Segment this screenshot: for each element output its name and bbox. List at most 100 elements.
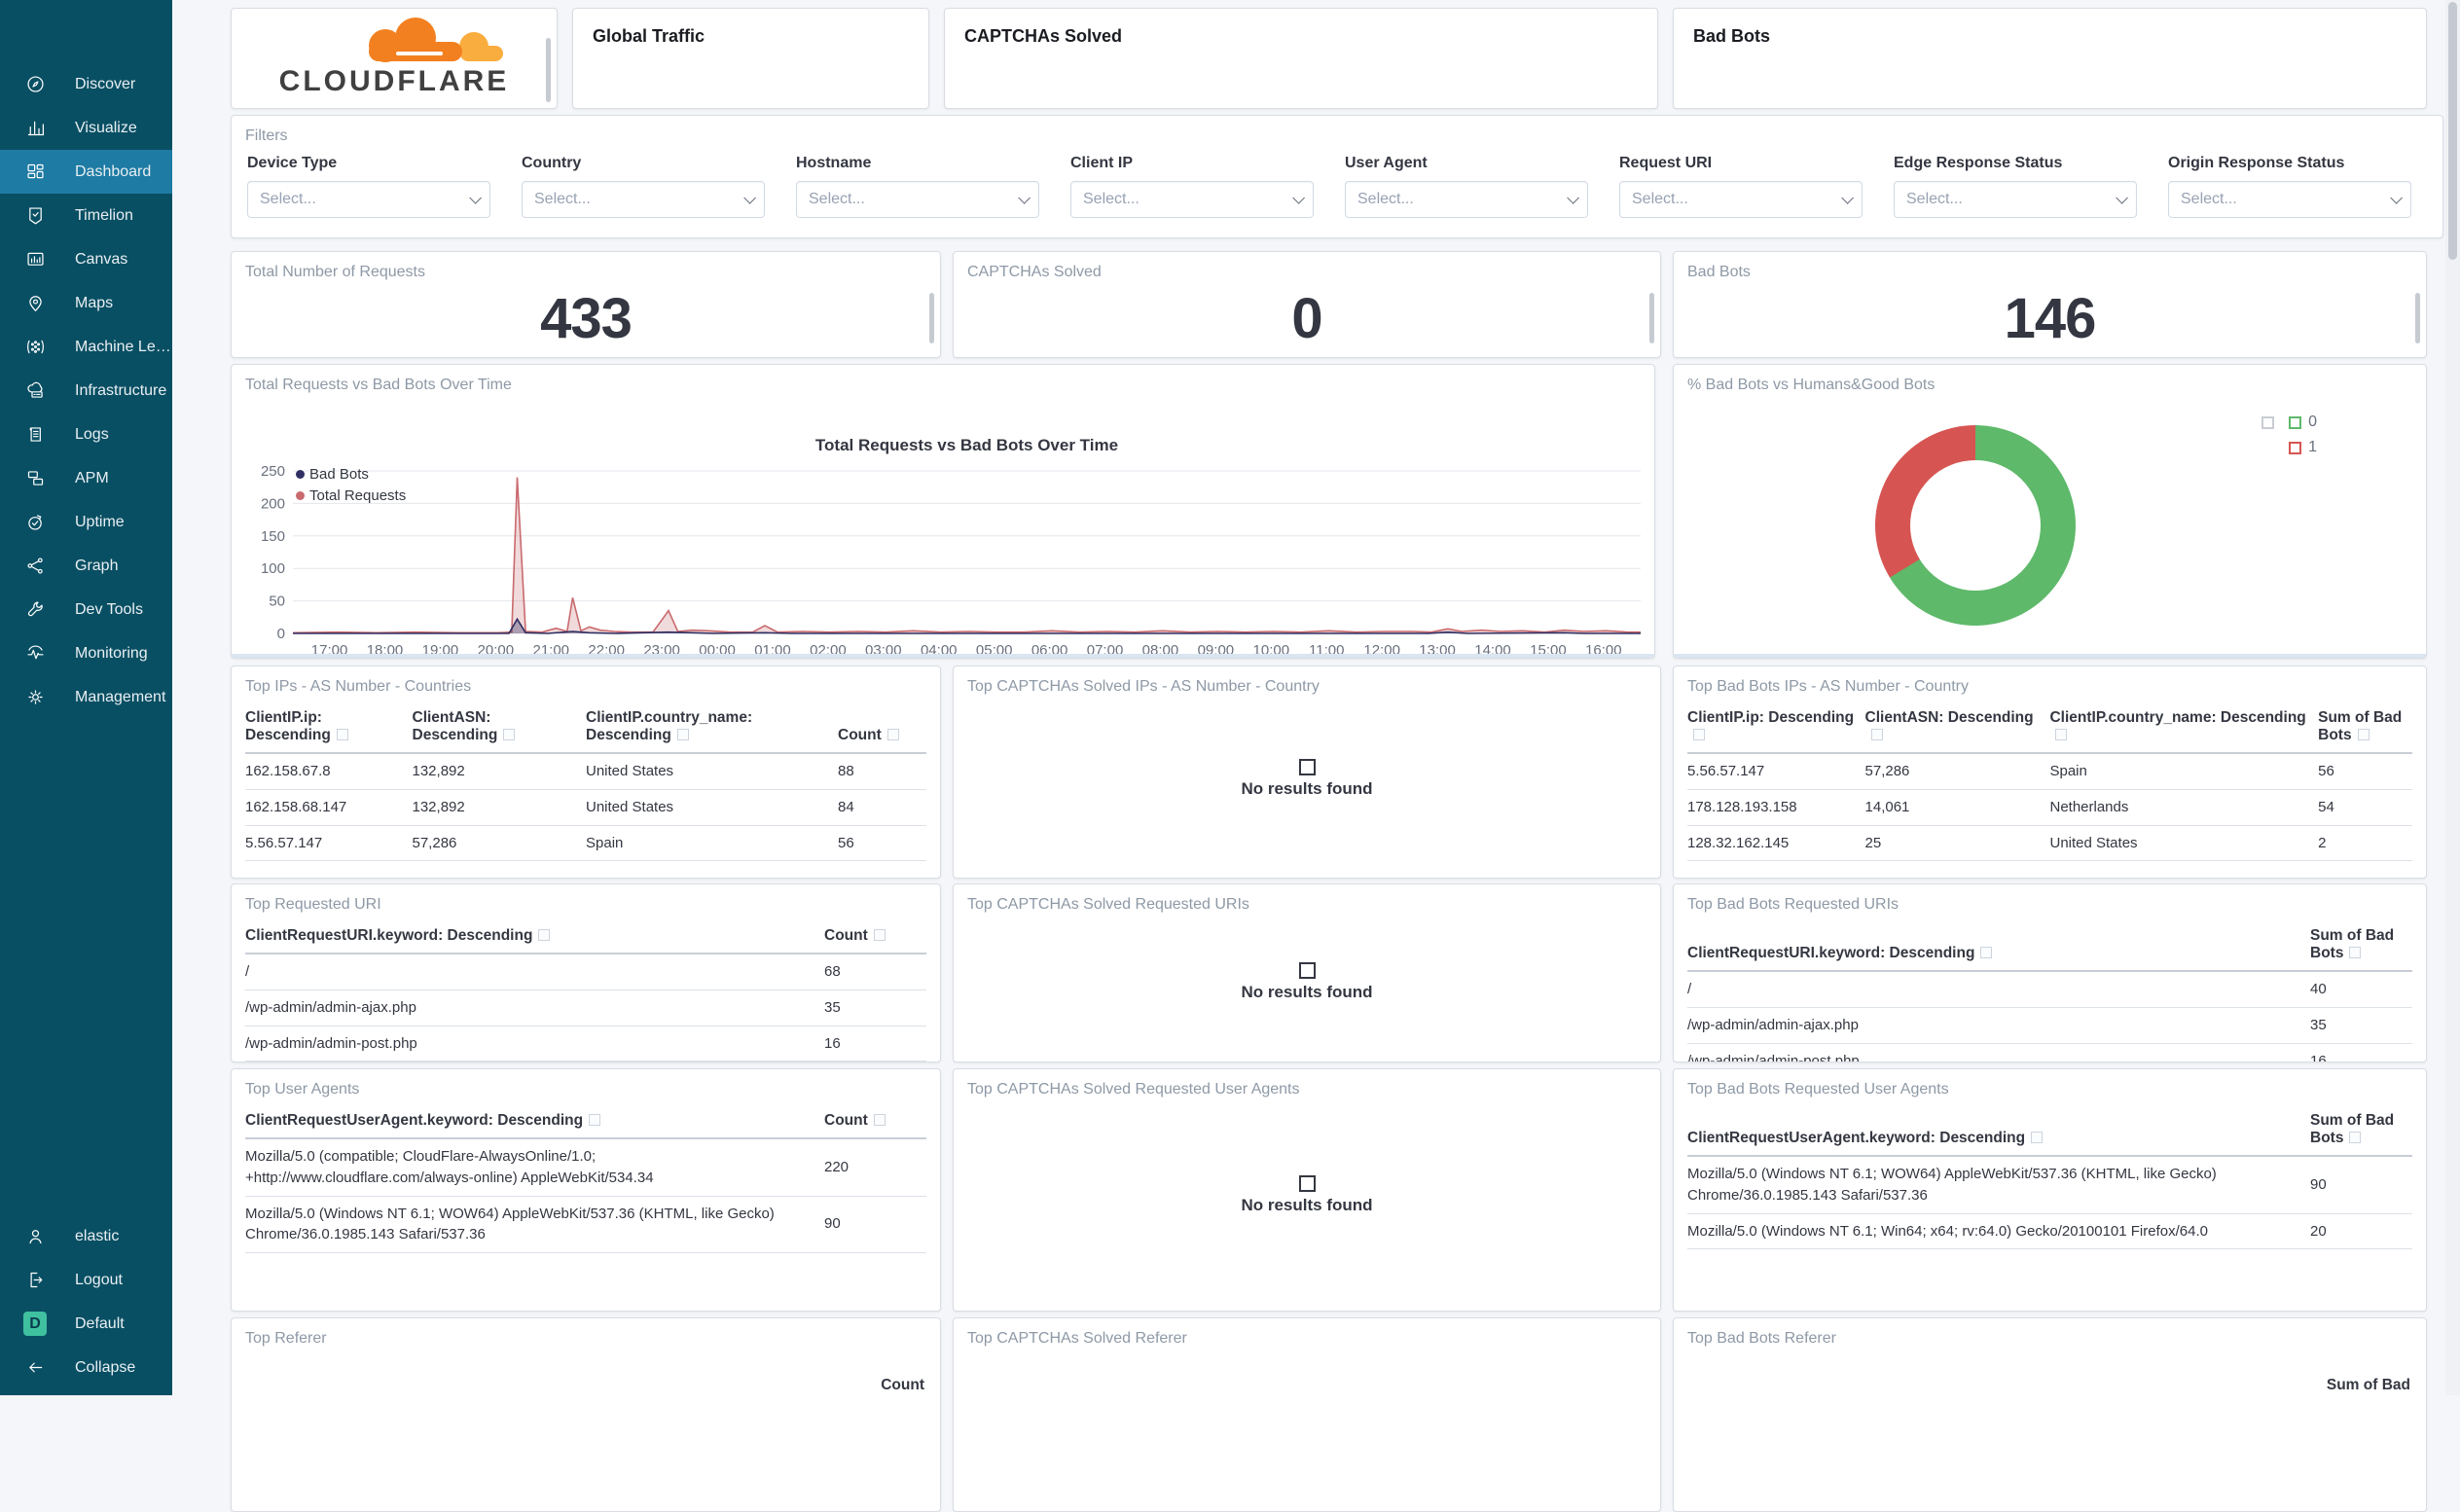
sidebar: DiscoverVisualize Dashboard TimelionCanvas…: [0, 0, 172, 1395]
filter-select-origin-response-status[interactable]: Select...: [2168, 181, 2411, 218]
sidebar-item-monitoring[interactable]: Monitoring: [0, 631, 172, 675]
sidebar-item-dashboard[interactable]: Dashboard: [0, 150, 172, 194]
no-results-text: No results found: [954, 983, 1660, 1002]
sidebar-item-infrastructure[interactable]: Infrastructure: [0, 369, 172, 413]
donut-legend-item-1[interactable]: 1: [2281, 435, 2317, 460]
filter-group-origin-response-status: Origin Response StatusSelect...: [2168, 155, 2411, 218]
filter-select-user-agent[interactable]: Select...: [1345, 181, 1588, 218]
legend-label: Bad Bots: [309, 466, 369, 483]
sidebar-item-visualize[interactable]: Visualize: [0, 106, 172, 150]
select-placeholder: Select...: [1357, 191, 1414, 208]
table-column-header[interactable]: Sum of Bad: [2327, 1377, 2410, 1394]
table-column-header[interactable]: ClientRequestURI.keyword: Descending: [1687, 945, 2310, 962]
sidebar-item-graph[interactable]: Graph: [0, 544, 172, 588]
table-column-header[interactable]: ClientASN: Descending: [1865, 709, 2050, 744]
metric-value: 146: [1674, 286, 2426, 351]
filter-select-client-ip[interactable]: Select...: [1070, 181, 1314, 218]
sidebar-item-collapse[interactable]: Collapse: [0, 1346, 172, 1389]
table-row: Mozilla/5.0 (Windows NT 6.1; WOW64) Appl…: [245, 1197, 926, 1254]
canvas-icon: [25, 249, 47, 270]
table-cell: 20: [2310, 1221, 2412, 1242]
sidebar-item-discover[interactable]: Discover: [0, 62, 172, 106]
space-badge-letter: D: [23, 1312, 47, 1336]
table-cell: 35: [2310, 1015, 2412, 1036]
filter-select-hostname[interactable]: Select...: [796, 181, 1039, 218]
table-cell: 57,286: [1865, 761, 2050, 782]
section-title-global-traffic: Global Traffic: [573, 9, 928, 47]
sort-box-icon: [874, 1114, 886, 1126]
empty-box-icon: [1299, 1175, 1316, 1192]
filter-select-request-uri[interactable]: Select...: [1619, 181, 1863, 218]
table-column-header[interactable]: ClientASN: Descending: [413, 709, 587, 744]
data-table: ClientRequestUserAgent.keyword: Descendi…: [232, 1112, 940, 1253]
table-column-header[interactable]: Sum of Bad Bots: [2310, 927, 2412, 962]
table-cell: 88: [838, 761, 926, 782]
table-column-header[interactable]: ClientIP.ip: Descending: [1687, 709, 1865, 744]
table-panel-top-badbots-ips: Top Bad Bots IPs - AS Number - CountryCl…: [1673, 666, 2427, 879]
sidebar-item-machine-le[interactable]: Machine Le…: [0, 325, 172, 369]
sidebar-item-default[interactable]: DDefault: [0, 1302, 172, 1346]
sidebar-item-maps[interactable]: Maps: [0, 281, 172, 325]
sidebar-item-label: Dashboard: [75, 163, 151, 181]
sidebar-item-logout[interactable]: Logout: [0, 1258, 172, 1302]
page-scrollbar[interactable]: [2445, 0, 2460, 1395]
filter-group-edge-response-status: Edge Response StatusSelect...: [1894, 155, 2137, 218]
panel-scrollbar-thumb[interactable]: [2415, 293, 2420, 343]
sidebar-item-uptime[interactable]: Uptime: [0, 500, 172, 544]
table-column-header[interactable]: ClientIP.country_name: Descending: [586, 709, 838, 744]
sidebar-item-canvas[interactable]: Canvas: [0, 237, 172, 281]
donut-legend-item-0[interactable]: 0: [2254, 410, 2317, 435]
table-cell: /wp-admin/admin-ajax.php: [245, 997, 824, 1019]
select-placeholder: Select...: [2181, 191, 2237, 208]
table-header-row: ClientRequestUserAgent.keyword: Descendi…: [1687, 1112, 2412, 1157]
table-cell: 56: [838, 833, 926, 854]
table-column-header[interactable]: Sum of Bad Bots: [2318, 709, 2412, 744]
table-panel-top-badbots-user-agents: Top Bad Bots Requested User Agents Client…: [1673, 1068, 2427, 1312]
table-column-header[interactable]: ClientRequestUserAgent.keyword: Descendi…: [245, 1112, 824, 1130]
empty-box-icon: [1299, 962, 1316, 979]
svg-text:50: 50: [269, 594, 285, 610]
sidebar-item-logs[interactable]: Logs: [0, 413, 172, 456]
svg-text:0: 0: [277, 626, 285, 642]
no-results-text: No results found: [954, 779, 1660, 799]
chart-scrollbar[interactable]: [232, 654, 1654, 658]
table-column-header[interactable]: Count: [838, 727, 926, 744]
table-column-header[interactable]: ClientRequestURI.keyword: Descending: [245, 927, 824, 945]
page-scrollbar-thumb[interactable]: [2448, 2, 2457, 260]
sidebar-item-elastic[interactable]: elastic: [0, 1214, 172, 1258]
table-cell: 16: [2310, 1051, 2412, 1063]
table-column-header[interactable]: ClientRequestUserAgent.keyword: Descendi…: [1687, 1130, 2310, 1147]
table-header-row: ClientRequestURI.keyword: DescendingCoun…: [245, 927, 926, 954]
legend-swatch-icon: [2289, 416, 2301, 429]
table-panel-title: Top CAPTCHAs Solved Requested User Agent…: [954, 1069, 1660, 1098]
chart-scrollbar[interactable]: [1674, 654, 2426, 658]
legend-label: Total Requests: [309, 487, 406, 504]
panel-scrollbar-thumb[interactable]: [929, 293, 934, 343]
panel-scrollbar-thumb[interactable]: [1649, 293, 1654, 343]
table-column-header[interactable]: Count: [881, 1377, 924, 1394]
chevron-down-icon: [743, 192, 756, 204]
panel-scrollbar-thumb[interactable]: [546, 38, 551, 102]
table-column-header[interactable]: ClientIP.ip: Descending: [245, 709, 413, 744]
captchas-header-panel: CAPTCHAs Solved: [944, 8, 1658, 109]
sidebar-item-timelion[interactable]: Timelion: [0, 194, 172, 237]
table-panel-title: Top Referer: [232, 1318, 940, 1348]
filter-select-device-type[interactable]: Select...: [247, 181, 490, 218]
filter-select-edge-response-status[interactable]: Select...: [1894, 181, 2137, 218]
select-placeholder: Select...: [534, 191, 591, 208]
table-column-header[interactable]: Count: [824, 1112, 926, 1130]
sidebar-item-apm[interactable]: APM: [0, 456, 172, 500]
sidebar-item-management[interactable]: Management: [0, 675, 172, 719]
sidebar-item-dev-tools[interactable]: Dev Tools: [0, 588, 172, 631]
table-panel-title: Top Bad Bots Requested User Agents: [1674, 1069, 2426, 1098]
legend-item-bad-bots[interactable]: Bad Bots: [296, 463, 406, 485]
table-column-header[interactable]: Sum of Bad Bots: [2310, 1112, 2412, 1147]
table-column-header[interactable]: ClientIP.country_name: Descending: [2049, 709, 2318, 744]
table-header-row: ClientRequestURI.keyword: DescendingSum …: [1687, 927, 2412, 972]
metric-panel-total-number-of-requests: Total Number of Requests433: [231, 251, 941, 358]
filters-panel: Filters Device TypeSelect...CountrySelec…: [231, 115, 2443, 238]
legend-item-total-requests[interactable]: Total Requests: [296, 485, 406, 506]
filter-select-country[interactable]: Select...: [522, 181, 765, 218]
svg-text:250: 250: [261, 463, 285, 480]
table-column-header[interactable]: Count: [824, 927, 926, 945]
